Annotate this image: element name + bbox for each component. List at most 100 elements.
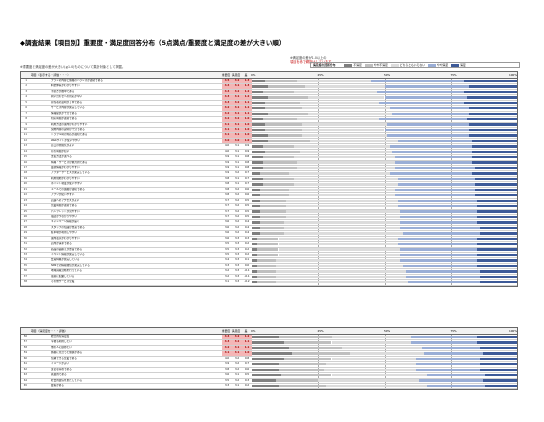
diff-value: 0.2: [244, 253, 250, 256]
row-item-text: キャンペーン情報が届く: [51, 220, 80, 224]
distribution-segment: [257, 253, 279, 257]
diff-value: 1.2: [242, 89, 252, 95]
satisfaction-value: 3.2: [232, 100, 242, 106]
importance-value: 3.3: [224, 383, 230, 387]
diff-value: 0.8: [244, 160, 250, 164]
satisfaction-value: 3.1: [232, 84, 242, 89]
distribution-segment: [464, 90, 517, 94]
importance-value: 4.1: [222, 127, 232, 133]
distribution-bar: [252, 378, 517, 383]
row-number: 28: [23, 225, 27, 229]
distribution-segment: [262, 161, 298, 164]
distribution-segment: [477, 259, 517, 262]
satisfaction-value: 3.2: [232, 117, 242, 122]
satisfaction-value: 3.2: [234, 171, 240, 175]
row-category: [28, 248, 51, 252]
axis-tick: 75%: [450, 329, 457, 333]
distribution-segment: [471, 150, 517, 153]
distribution-segment: [384, 96, 467, 99]
distribution-segment: [477, 248, 517, 251]
row-category: [28, 215, 51, 219]
row-category: [28, 133, 51, 137]
distribution-segment: [289, 188, 396, 192]
diff-value: 0.2: [244, 242, 250, 246]
importance-value: 4.3: [222, 95, 232, 100]
distribution-segment: [267, 139, 311, 143]
distribution-segment: [252, 373, 282, 377]
distribution-segment: [471, 156, 517, 159]
distribution-bar: [252, 356, 517, 362]
distribution-segment: [289, 172, 390, 175]
row-number: 27: [23, 220, 27, 224]
row-item-text: 身近な存在である: [51, 367, 72, 371]
distribution-bar: [252, 383, 517, 389]
row-category: [28, 204, 51, 208]
distribution-bar: [252, 133, 517, 138]
row-item-text: 担当者の説明が丁寧である: [51, 100, 83, 104]
row-category: [28, 242, 51, 246]
distribution-segment: [257, 281, 276, 284]
distribution-segment: [252, 123, 266, 126]
distribution-segment: [318, 379, 419, 382]
axis-tick: 100%: [509, 329, 517, 333]
satisfaction-value: 3.1: [234, 383, 240, 387]
distribution-segment: [379, 101, 464, 105]
satisfaction-value: 3.1: [232, 106, 242, 111]
distribution-segment: [411, 335, 478, 339]
distribution-segment: [426, 373, 486, 377]
distribution-segment: [403, 264, 478, 268]
importance-value: 3.7: [224, 214, 230, 218]
distribution-segment: [252, 384, 279, 388]
distribution-segment: [387, 134, 470, 137]
importance-value: 4.2: [222, 345, 232, 351]
distribution-segment: [281, 373, 332, 377]
distribution-bar: [252, 160, 517, 165]
importance-value: 3.8: [224, 193, 230, 197]
row-item-text: 地域貢献活動を行っている: [51, 269, 82, 273]
diff-value: 0.6: [244, 193, 250, 197]
distribution-bar: [252, 198, 517, 204]
distribution-segment: [477, 253, 517, 257]
satisfaction-value: 3.2: [234, 378, 240, 382]
satisfaction-value: 3.3: [234, 242, 240, 246]
legend-swatch: [364, 63, 373, 67]
row-category: [28, 90, 51, 94]
distribution-segment: [283, 232, 404, 235]
satisfaction-value: 3.2: [232, 89, 242, 95]
header-importance: 重要度: [221, 329, 231, 333]
diff-value: 1.0: [242, 351, 252, 356]
distribution-segment: [257, 264, 276, 268]
distribution-segment: [252, 134, 268, 137]
distribution-segment: [485, 373, 517, 377]
satisfaction-value: 3.1: [234, 373, 240, 377]
diff-value: -0.1: [244, 274, 250, 278]
row-category: [28, 231, 51, 235]
row-item-text: プランの内容と価格のバランスが適切である: [51, 79, 103, 82]
distribution-segment: [267, 85, 305, 88]
distribution-segment: [389, 107, 470, 110]
satisfaction-value: 3.1: [232, 351, 242, 356]
distribution-segment: [403, 232, 480, 235]
distribution-segment: [477, 237, 517, 240]
row-item-text: 料金体系がわかりやすい: [51, 84, 80, 88]
legend-caption: 満足度の回答分布: [313, 63, 336, 67]
row-number: 38: [23, 280, 27, 284]
distribution-bar: [252, 171, 517, 176]
distribution-bar: [252, 263, 517, 269]
diff-value: 0.2: [244, 247, 250, 251]
distribution-segment: [294, 156, 396, 159]
importance-value: 4.3: [222, 340, 232, 345]
distribution-segment: [424, 352, 483, 355]
row-category: [28, 351, 51, 355]
axis-tick: 75%: [450, 73, 457, 77]
row-item-text: イベント情報が充実している: [51, 253, 85, 256]
row-item-text: 案内表示がわかりやすい: [51, 236, 80, 240]
importance-value: 4.5: [222, 79, 232, 84]
distribution-bar: [252, 247, 517, 252]
diff-value: 1.2: [242, 95, 252, 100]
diff-value: 0.7: [244, 176, 250, 180]
distribution-segment: [257, 270, 276, 273]
legend-item-4: やや満足: [427, 63, 448, 67]
distribution-bar: [252, 236, 517, 242]
row-item-text: 今後も利用したい: [51, 340, 72, 344]
